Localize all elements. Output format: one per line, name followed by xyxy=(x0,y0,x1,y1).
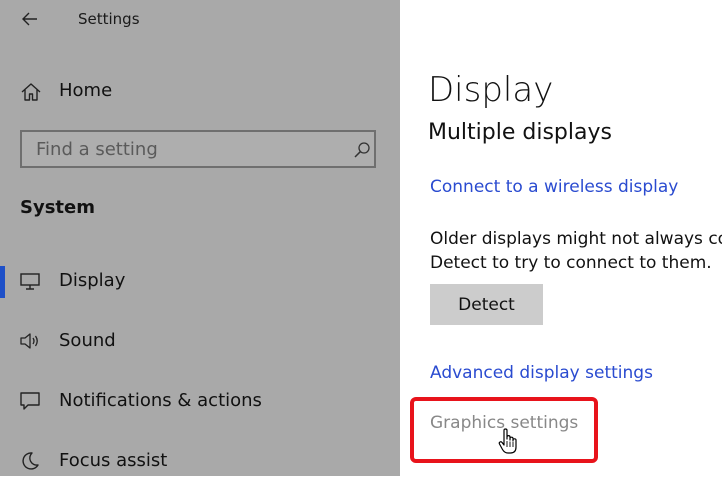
sidebar-item-focus-assist[interactable]: Focus assist xyxy=(0,436,400,486)
subsection-title: Multiple displays xyxy=(428,120,612,145)
speaker-icon xyxy=(19,330,41,352)
sidebar-item-display[interactable]: Display xyxy=(0,256,400,306)
hand-cursor-icon xyxy=(498,428,518,456)
home-icon xyxy=(20,81,42,103)
search-icon[interactable] xyxy=(353,141,371,159)
back-arrow-icon[interactable] xyxy=(21,10,39,28)
sidebar-item-label: Focus assist xyxy=(59,450,168,471)
search-input[interactable] xyxy=(22,132,342,166)
page-title: Display xyxy=(428,70,554,110)
message-icon xyxy=(19,390,41,412)
description-text: Older displays might not always con xyxy=(430,229,722,249)
selected-indicator xyxy=(0,266,5,298)
section-heading: System xyxy=(20,197,95,218)
search-box[interactable] xyxy=(20,130,376,168)
moon-icon xyxy=(19,450,41,472)
sidebar-item-notifications[interactable]: Notifications & actions xyxy=(0,376,400,426)
sidebar-item-label: Sound xyxy=(59,330,116,351)
detect-button[interactable]: Detect xyxy=(430,284,543,325)
app-title: Settings xyxy=(78,10,140,28)
description-text: Detect to try to connect to them. xyxy=(430,253,712,273)
sidebar-item-sound[interactable]: Sound xyxy=(0,316,400,366)
sidebar-item-label: Display xyxy=(59,270,126,291)
sidebar-item-home[interactable]: Home xyxy=(0,70,400,114)
monitor-icon xyxy=(19,270,41,292)
home-label: Home xyxy=(59,80,113,101)
advanced-display-settings-link[interactable]: Advanced display settings xyxy=(430,363,653,383)
sidebar: Settings Home System Display xyxy=(0,0,400,476)
sidebar-item-label: Notifications & actions xyxy=(59,390,262,411)
connect-wireless-display-link[interactable]: Connect to a wireless display xyxy=(430,177,678,197)
